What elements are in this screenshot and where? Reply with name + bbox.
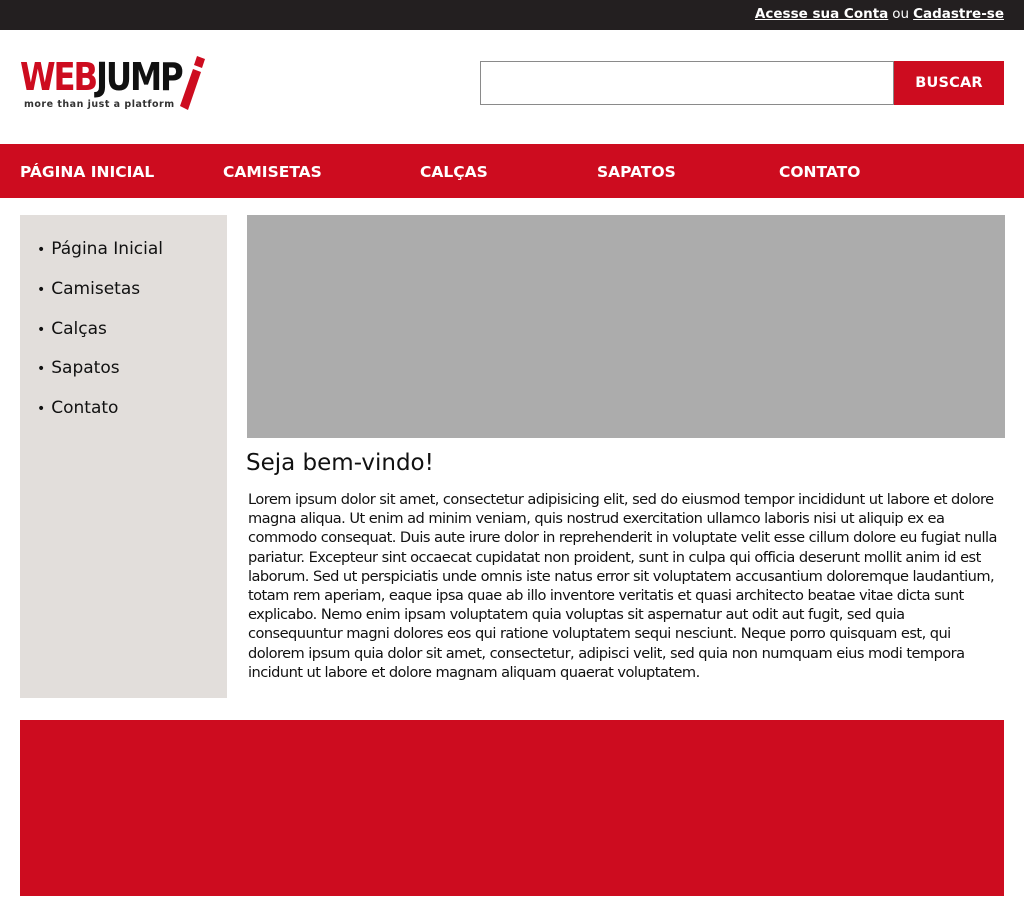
sidebar-item-sapatos[interactable]: • Sapatos xyxy=(37,356,163,396)
sidebar-bullet: • xyxy=(37,321,46,338)
nav-item-pagina-inicial[interactable]: PÁGINA INICIAL xyxy=(20,163,154,181)
search-input[interactable] xyxy=(480,61,894,105)
sidebar-bullet: • xyxy=(37,361,46,378)
logo-text-jump: JUMP xyxy=(95,55,184,99)
banner-image-placeholder xyxy=(247,215,1005,438)
account-links: Acesse sua Conta ou Cadastre-se xyxy=(755,6,1004,22)
sidebar-bullet: • xyxy=(37,281,46,298)
sidebar-item-label: Página Inicial xyxy=(51,239,164,259)
nav-item-sapatos[interactable]: SAPATOS xyxy=(597,163,676,181)
account-separator: ou xyxy=(892,6,910,22)
nav-item-camisetas[interactable]: CAMISETAS xyxy=(223,163,322,181)
sidebar-menu: • Página Inicial • Camisetas • Calças • Sapa… xyxy=(20,215,227,698)
top-bar: Acesse sua Conta ou Cadastre-se xyxy=(0,0,1024,30)
page-title: Seja bem-vindo! xyxy=(246,450,434,476)
sidebar-item-pagina-inicial[interactable]: • Página Inicial xyxy=(37,237,163,277)
login-link[interactable]: Acesse sua Conta xyxy=(755,6,888,22)
main-navigation: PÁGINA INICIAL CAMISETAS CALÇAS SAPATOS … xyxy=(0,144,1024,198)
nav-item-calcas[interactable]: CALÇAS xyxy=(420,163,488,181)
sidebar-item-camisetas[interactable]: • Camisetas xyxy=(37,277,163,317)
sidebar-item-label: Contato xyxy=(51,398,119,419)
sidebar-item-calcas[interactable]: • Calças xyxy=(37,317,163,357)
sidebar-item-label: Calças xyxy=(51,318,107,339)
sidebar-bullet: • xyxy=(37,401,46,418)
logo-tagline: more than just a platform xyxy=(24,99,175,110)
footer xyxy=(20,720,1004,896)
search-button[interactable]: BUSCAR xyxy=(894,61,1004,105)
sidebar-item-label: Sapatos xyxy=(51,358,120,379)
site-logo[interactable]: WEBJUMP more than just a platform xyxy=(20,56,210,114)
signup-link[interactable]: Cadastre-se xyxy=(913,6,1004,22)
nav-item-contato[interactable]: CONTATO xyxy=(779,163,860,181)
logo-wordmark: WEBJUMP xyxy=(20,55,184,99)
sidebar-bullet: • xyxy=(37,242,46,258)
welcome-text: Lorem ipsum dolor sit amet, consectetur … xyxy=(248,491,997,681)
sidebar-item-label: Camisetas xyxy=(51,278,141,299)
logo-text-web: WEB xyxy=(20,55,98,99)
sidebar-item-contato[interactable]: • Contato xyxy=(37,396,163,436)
logo-slash-icon xyxy=(180,56,205,110)
